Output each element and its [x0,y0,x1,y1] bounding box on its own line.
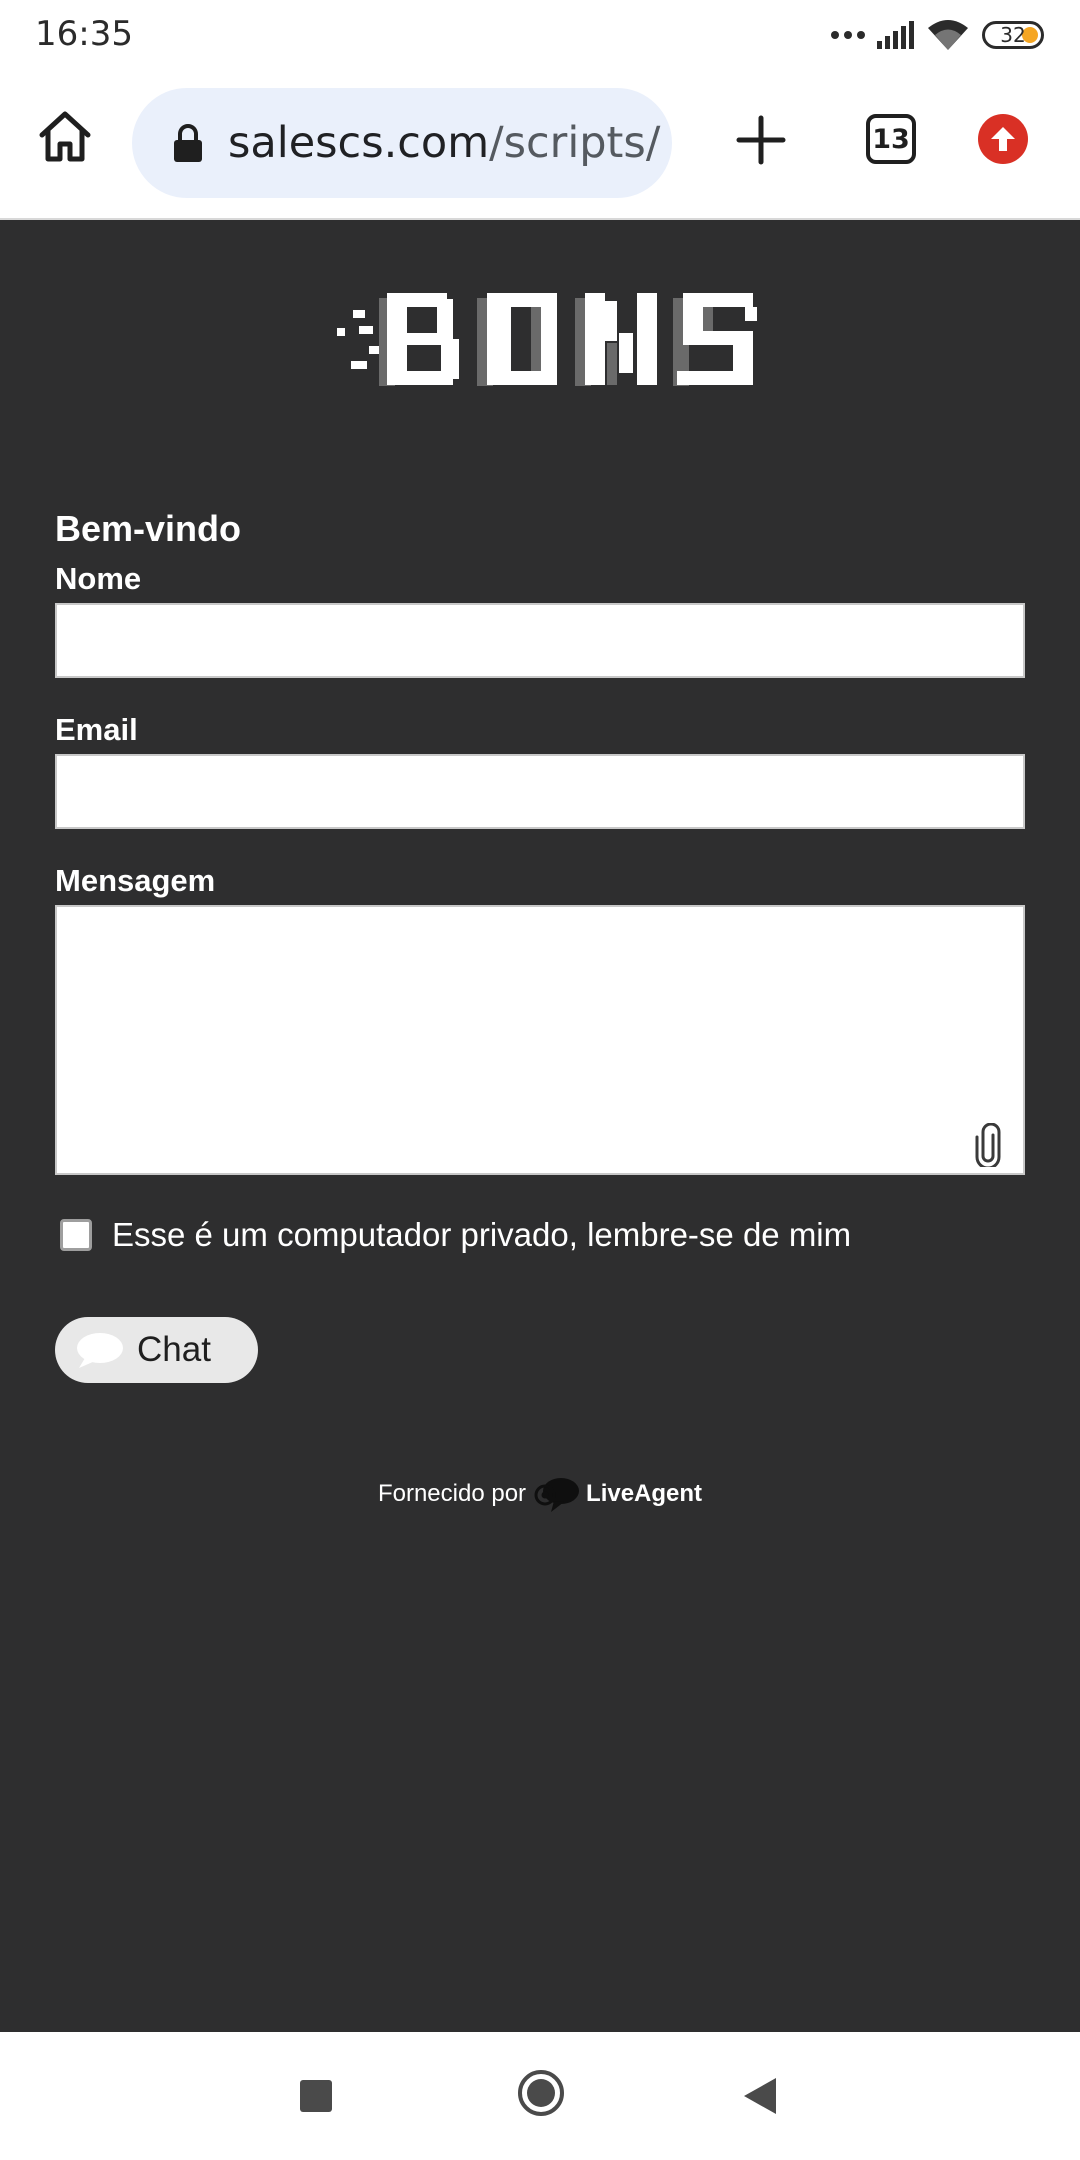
battery-icon: 32 [982,21,1044,49]
chat-button[interactable]: Chat [55,1317,258,1383]
browser-toolbar: salescs.com/scripts/ 13 [0,70,1080,220]
chat-form: Bem-vindo Nome Email Mensagem Esse é um … [55,503,1025,1383]
status-time: 16:35 [35,14,133,54]
url-host: salescs.com [228,118,490,168]
back-triangle-icon[interactable] [742,2076,778,2116]
status-icons: 32 [819,18,1044,52]
remember-me-row[interactable]: Esse é um computador privado, lembre-se … [55,1213,1025,1257]
liveagent-brand[interactable]: LiveAgent [586,1480,702,1508]
wifi-icon [928,20,968,50]
home-circle-icon[interactable] [516,2068,566,2118]
signal-icon [877,21,914,49]
name-input[interactable] [55,603,1025,678]
powered-by-prefix: Fornecido por [377,1480,527,1507]
lock-icon [174,124,202,162]
tab-switcher-button[interactable]: 13 [866,114,916,164]
arrow-up-icon [991,127,1015,151]
chat-page: Bem-vindo Nome Email Mensagem Esse é um … [0,221,1080,2032]
message-label: Mensagem [55,863,216,898]
paperclip-icon[interactable] [973,1123,1003,1167]
url-text: salescs.com/scripts/ [228,118,660,168]
liveagent-logo-icon [534,1478,580,1512]
powered-by: Fornecido por LiveAgent [0,1474,1080,1514]
bons-logo [337,293,757,386]
home-icon[interactable] [36,108,94,166]
address-bar[interactable]: salescs.com/scripts/ [132,88,672,198]
message-field-wrap [55,905,1025,1175]
system-nav-bar [0,2032,1080,2160]
chat-bubble-icon [77,1333,123,1368]
message-textarea[interactable] [55,905,1025,1175]
url-path: /scripts/ [489,118,661,168]
chat-button-label: Chat [137,1330,211,1369]
plus-icon[interactable] [734,113,788,167]
more-dots-icon [831,31,865,39]
remember-me-checkbox[interactable] [60,1219,92,1251]
email-label: Email [55,712,138,747]
name-label: Nome [55,561,142,596]
battery-level: 32 [1000,23,1026,47]
form-title: Bem-vindo [55,508,242,549]
update-button[interactable] [978,114,1028,164]
email-input[interactable] [55,754,1025,829]
recents-square-icon[interactable] [300,2080,332,2112]
remember-me-label[interactable]: Esse é um computador privado, lembre-se … [112,1216,851,1254]
status-bar: 16:35 32 [0,0,1080,70]
